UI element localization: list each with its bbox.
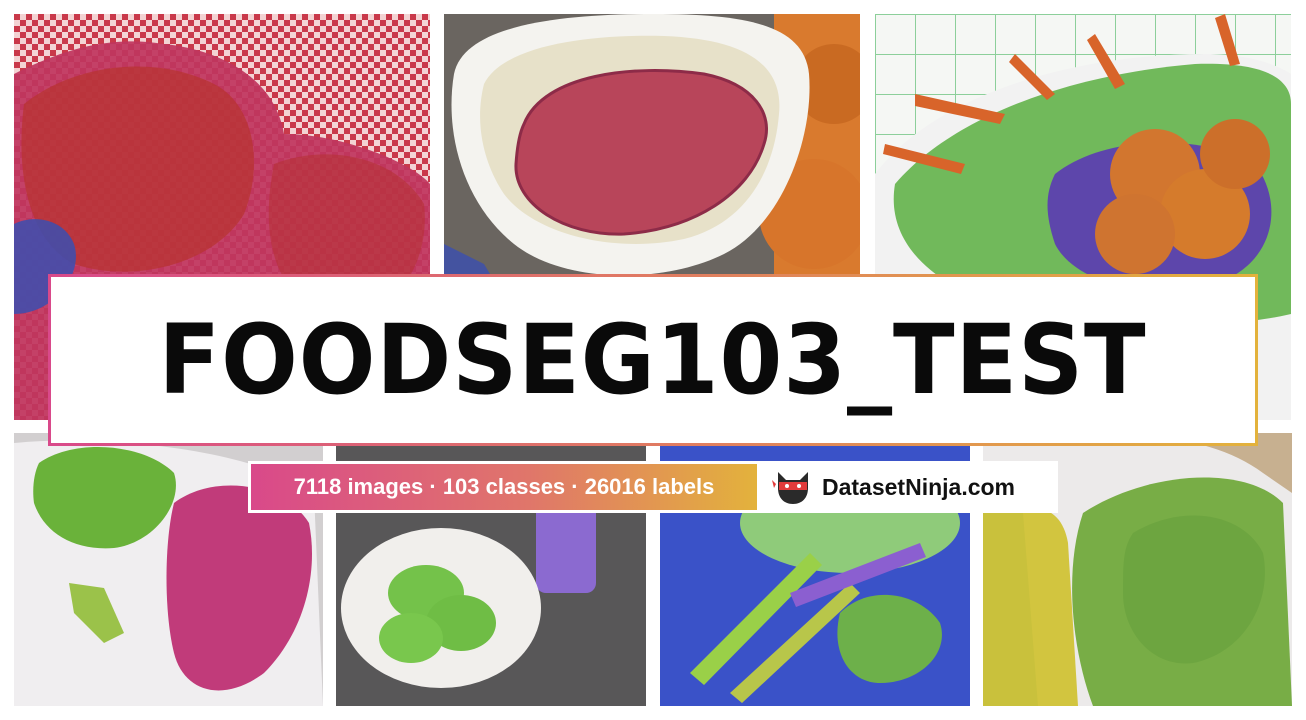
dataset-stats-badge: 7118 images · 103 classes · 26016 labels: [248, 461, 760, 513]
food-image-tile-2: [444, 14, 860, 314]
ninja-cat-icon: [772, 472, 808, 504]
segmentation-image-2: [444, 14, 860, 314]
title-banner: FOODSEG103_TEST: [48, 274, 1258, 446]
brand-badge: DatasetNinja.com: [760, 461, 1058, 513]
dataset-stats-text: 7118 images · 103 classes · 26016 labels: [293, 474, 715, 499]
brand-name: DatasetNinja.com: [822, 473, 1016, 500]
dataset-title: FOODSEG103_TEST: [158, 304, 1147, 416]
